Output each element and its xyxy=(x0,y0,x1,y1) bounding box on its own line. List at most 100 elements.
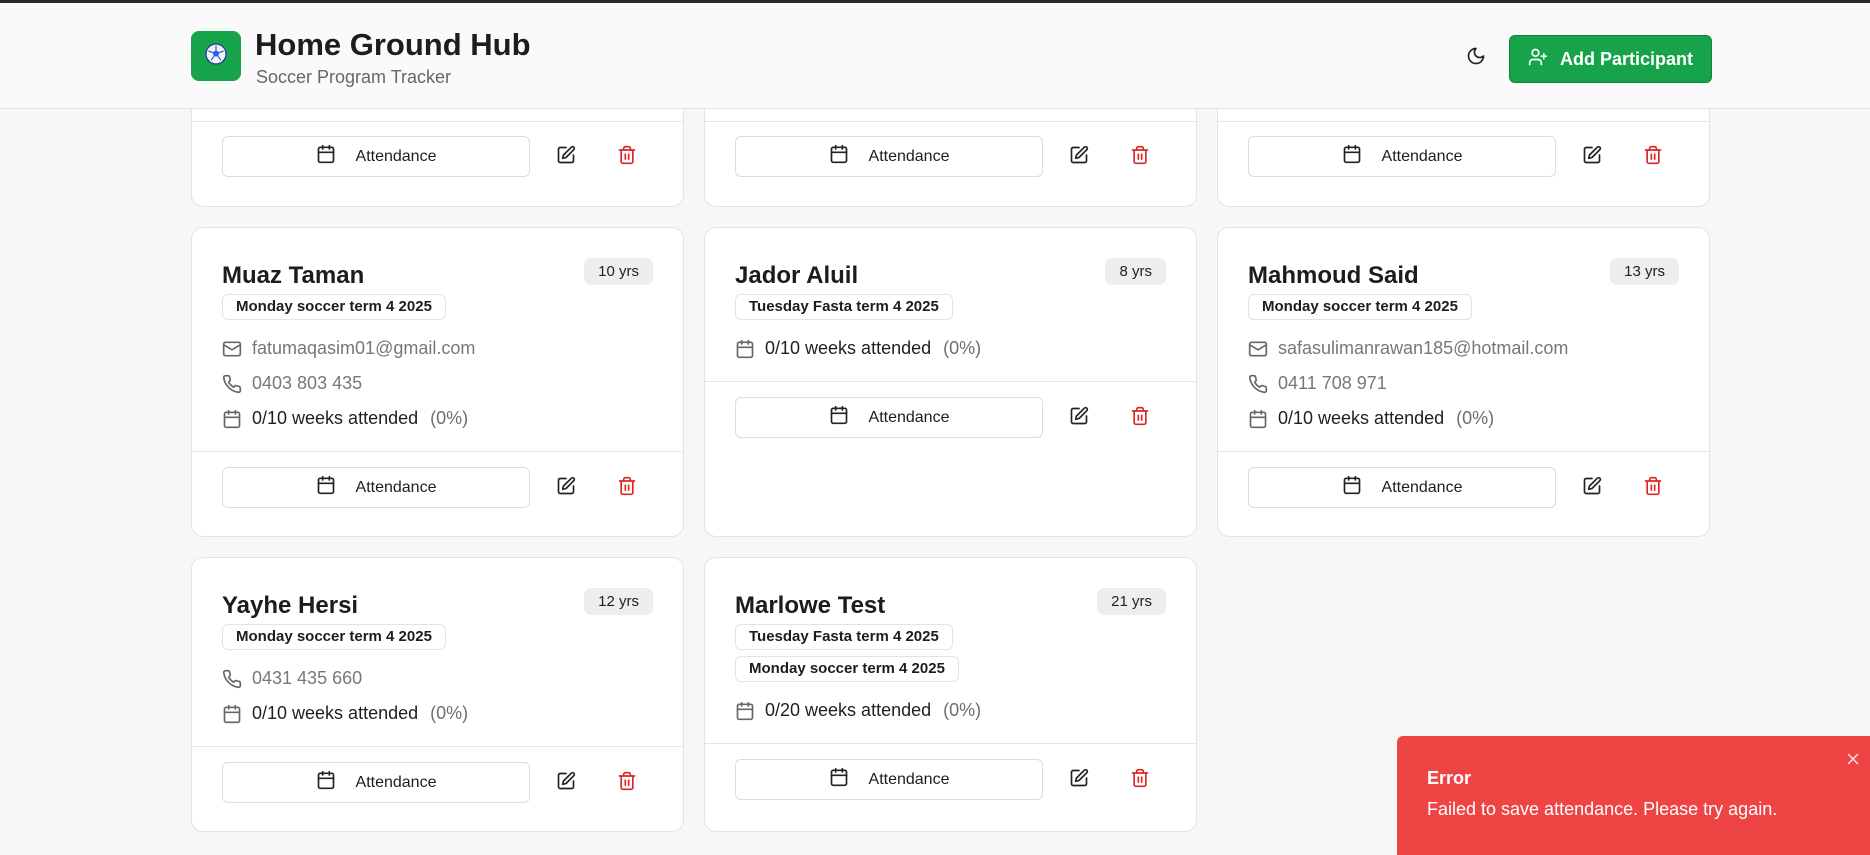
age-badge: 10 yrs xyxy=(584,258,653,285)
phone-text: 0403 803 435 xyxy=(252,373,363,393)
weeks-attended: 0/10 weeks attended xyxy=(765,338,932,358)
attendance-percent: (0%) xyxy=(430,408,469,428)
age-badge: 8 yrs xyxy=(1105,258,1166,285)
edit-button[interactable] xyxy=(1576,472,1608,504)
attendance-summary: 0/20 weeks attended (0%) xyxy=(735,700,981,721)
program-tag: Tuesday Fasta term 4 2025 xyxy=(735,294,953,320)
card-divider xyxy=(705,743,1196,744)
close-icon[interactable] xyxy=(1844,750,1862,768)
age-badge: 13 yrs xyxy=(1610,258,1679,285)
phone-row: 0411 708 971 xyxy=(1248,373,1387,394)
calendar-icon xyxy=(1248,409,1268,429)
attendance-button[interactable]: Attendance xyxy=(1248,467,1556,508)
attendance-button[interactable]: Attendance xyxy=(222,136,530,177)
card-divider xyxy=(705,381,1196,382)
phone-icon xyxy=(222,374,242,394)
trash-icon xyxy=(1130,768,1150,793)
edit-button[interactable] xyxy=(1063,141,1095,173)
phone-row: 0403 803 435 xyxy=(222,373,362,394)
attendance-summary: 0/10 weeks attended (0%) xyxy=(222,703,468,724)
participant-card: Mahmoud Said 13 yrs Monday soccer term 4… xyxy=(1217,227,1710,537)
trash-icon xyxy=(617,145,637,170)
toast-message: Failed to save attendance. Please try ag… xyxy=(1427,799,1778,819)
card-divider xyxy=(1218,451,1709,452)
moon-icon xyxy=(1466,46,1486,71)
delete-button[interactable] xyxy=(1637,141,1669,173)
app-subtitle: Soccer Program Tracker xyxy=(256,67,452,87)
delete-button[interactable] xyxy=(611,141,643,173)
attendance-label: Attendance xyxy=(868,408,950,426)
delete-button[interactable] xyxy=(611,472,643,504)
delete-button[interactable] xyxy=(1637,472,1669,504)
participant-card: Jador Aluil 8 yrs Tuesday Fasta term 4 2… xyxy=(704,227,1197,537)
email-row: fatumaqasim01@gmail.com xyxy=(222,338,475,359)
app-logo xyxy=(191,31,241,81)
calendar-icon xyxy=(222,704,242,724)
calendar-icon xyxy=(735,339,755,359)
participant-name: Marlowe Test xyxy=(735,592,886,619)
trash-icon xyxy=(1130,145,1150,170)
program-tag: Monday soccer term 4 2025 xyxy=(222,294,446,320)
edit-button[interactable] xyxy=(1063,402,1095,434)
participant-card: Muaz Taman 10 yrs Monday soccer term 4 2… xyxy=(191,227,684,537)
edit-icon xyxy=(1069,768,1089,793)
delete-button[interactable] xyxy=(1124,141,1156,173)
edit-button[interactable] xyxy=(550,767,582,799)
calendar-icon xyxy=(1342,475,1362,500)
delete-button[interactable] xyxy=(1124,402,1156,434)
edit-icon xyxy=(1069,406,1089,431)
edit-button[interactable] xyxy=(1063,764,1095,796)
attendance-summary: 0/10 weeks attended (0%) xyxy=(222,408,468,429)
participant-name: Mahmoud Said xyxy=(1248,262,1419,289)
attendance-label: Attendance xyxy=(355,147,437,165)
delete-button[interactable] xyxy=(611,767,643,799)
card-divider xyxy=(192,746,683,747)
attendance-button[interactable]: Attendance xyxy=(222,467,530,508)
add-participant-button[interactable]: Add Participant xyxy=(1509,35,1712,83)
age-badge: 12 yrs xyxy=(584,588,653,615)
attendance-label: Attendance xyxy=(1381,147,1463,165)
phone-text: 0431 435 660 xyxy=(252,668,363,688)
weeks-attended: 0/10 weeks attended xyxy=(252,408,419,428)
calendar-icon xyxy=(316,475,336,500)
trash-icon xyxy=(617,771,637,796)
attendance-summary: 0/10 weeks attended (0%) xyxy=(1248,408,1494,429)
delete-button[interactable] xyxy=(1124,764,1156,796)
edit-button[interactable] xyxy=(550,141,582,173)
attendance-button[interactable]: Attendance xyxy=(735,397,1043,438)
attendance-summary: 0/10 weeks attended (0%) xyxy=(735,338,981,359)
attendance-percent: (0%) xyxy=(943,700,982,720)
attendance-button[interactable]: Attendance xyxy=(735,136,1043,177)
email-row: safasulimanrawan185@hotmail.com xyxy=(1248,338,1568,359)
edit-icon xyxy=(1069,145,1089,170)
program-tag: Monday soccer term 4 2025 xyxy=(222,624,446,650)
participant-name: Yayhe Hersi xyxy=(222,592,359,619)
edit-button[interactable] xyxy=(1576,141,1608,173)
edit-button[interactable] xyxy=(550,472,582,504)
calendar-icon xyxy=(829,144,849,169)
mail-icon xyxy=(1248,339,1268,359)
theme-toggle-button[interactable] xyxy=(1462,44,1490,72)
attendance-button[interactable]: Attendance xyxy=(1248,136,1556,177)
edit-icon xyxy=(556,771,576,796)
participant-card: Yayhe Hersi 12 yrs Monday soccer term 4 … xyxy=(191,557,684,832)
trash-icon xyxy=(1643,476,1663,501)
attendance-percent: (0%) xyxy=(430,703,469,723)
phone-text: 0411 708 971 xyxy=(1278,373,1387,393)
edit-icon xyxy=(1582,476,1602,501)
add-participant-label: Add Participant xyxy=(1559,48,1693,69)
soccer-ball-icon xyxy=(204,42,228,71)
program-tag: Tuesday Fasta term 4 2025 xyxy=(735,624,953,650)
attendance-label: Attendance xyxy=(868,147,950,165)
mail-icon xyxy=(222,339,242,359)
participant-name: Muaz Taman xyxy=(222,262,365,289)
phone-icon xyxy=(1248,374,1268,394)
program-tag: Monday soccer term 4 2025 xyxy=(1248,294,1472,320)
attendance-button[interactable]: Attendance xyxy=(222,762,530,803)
phone-icon xyxy=(222,669,242,689)
attendance-label: Attendance xyxy=(1381,478,1463,496)
card-divider xyxy=(1218,121,1709,122)
age-badge: 21 yrs xyxy=(1097,588,1166,615)
attendance-button[interactable]: Attendance xyxy=(735,759,1043,800)
weeks-attended: 0/10 weeks attended xyxy=(252,703,419,723)
